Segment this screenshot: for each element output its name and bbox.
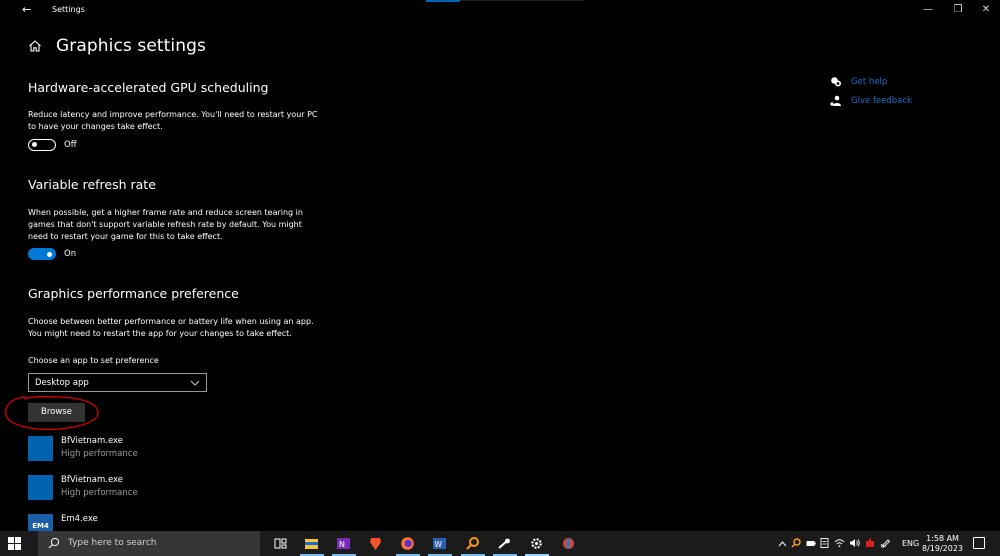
red-app-tray-icon[interactable] bbox=[865, 538, 875, 548]
home-icon[interactable] bbox=[28, 39, 42, 53]
app-name: BfVietnam.exe bbox=[61, 475, 124, 485]
taskbar: Type here to search N W ENG 1:58 AM 8/19… bbox=[0, 531, 1000, 556]
give-feedback-link[interactable]: Give feedback bbox=[851, 96, 912, 106]
gpu-scheduling-description: Reduce latency and improve performance. … bbox=[28, 110, 318, 132]
document-icon[interactable] bbox=[820, 538, 829, 548]
windows-start-icon[interactable] bbox=[8, 537, 21, 550]
brave-icon[interactable] bbox=[368, 536, 383, 551]
give-feedback-row[interactable]: Give feedback bbox=[830, 95, 912, 107]
notification-center-icon[interactable] bbox=[973, 537, 985, 549]
dropdown-value: Desktop app bbox=[35, 378, 89, 388]
variable-refresh-toggle[interactable] bbox=[28, 248, 56, 260]
back-button[interactable]: ← bbox=[22, 3, 31, 16]
toggle-knob bbox=[47, 251, 52, 257]
volume-icon[interactable] bbox=[849, 538, 861, 548]
variable-refresh-toggle-row: On bbox=[28, 248, 76, 260]
minimize-button[interactable]: — bbox=[922, 4, 934, 15]
app-list-item[interactable]: BfVietnam.exe High performance bbox=[28, 436, 138, 461]
chat-help-icon bbox=[831, 77, 841, 87]
task-view-icon[interactable] bbox=[273, 536, 288, 551]
gpu-scheduling-toggle[interactable] bbox=[28, 139, 56, 151]
taskbar-search-placeholder: Type here to search bbox=[68, 538, 157, 548]
clock-date: 8/19/2023 bbox=[922, 544, 964, 553]
chevron-up-icon[interactable] bbox=[778, 540, 787, 547]
variable-refresh-title: Variable refresh rate bbox=[28, 177, 156, 192]
toggle-knob bbox=[32, 142, 37, 147]
choose-app-label: Choose an app to set preference bbox=[28, 356, 159, 365]
clock-time: 1:58 AM bbox=[926, 534, 959, 543]
title-accent bbox=[426, 0, 460, 2]
app-icon bbox=[28, 475, 53, 500]
app-type-dropdown[interactable]: Desktop app bbox=[28, 373, 207, 392]
app-icon bbox=[28, 436, 53, 461]
taskbar-clock[interactable]: 1:58 AM 8/19/2023 bbox=[922, 534, 963, 554]
tray-search-icon[interactable] bbox=[791, 538, 801, 548]
svg-text:N: N bbox=[339, 540, 345, 549]
close-button[interactable]: ✕ bbox=[980, 4, 992, 15]
svg-text:W: W bbox=[435, 540, 443, 549]
get-help-row[interactable]: Get help bbox=[830, 76, 887, 88]
app-name: Em4.exe bbox=[61, 514, 98, 524]
feedback-icon bbox=[830, 95, 841, 106]
window-title: Settings bbox=[52, 5, 85, 14]
page-title: Graphics settings bbox=[56, 36, 206, 56]
performance-pref-description: Choose between better performance or bat… bbox=[28, 317, 314, 339]
steam-icon[interactable] bbox=[497, 536, 512, 551]
browse-button[interactable]: Browse bbox=[28, 403, 85, 422]
search-app-icon[interactable] bbox=[465, 536, 480, 551]
get-help-link[interactable]: Get help bbox=[851, 77, 887, 87]
title-accent-secondary bbox=[460, 0, 584, 1]
language-indicator[interactable]: ENG bbox=[902, 539, 919, 548]
variable-refresh-description: When possible, get a higher frame rate a… bbox=[28, 208, 303, 242]
gpu-scheduling-title: Hardware-accelerated GPU scheduling bbox=[28, 80, 269, 95]
app-name: BfVietnam.exe bbox=[61, 436, 124, 446]
chevron-down-icon bbox=[190, 380, 200, 386]
word-icon[interactable]: W bbox=[432, 536, 447, 551]
app-text: BfVietnam.exe High performance bbox=[61, 475, 138, 500]
app-text: BfVietnam.exe High performance bbox=[61, 436, 138, 461]
firefox-icon[interactable] bbox=[400, 536, 415, 551]
performance-pref-title: Graphics performance preference bbox=[28, 286, 239, 301]
maximize-button[interactable]: ❐ bbox=[952, 4, 964, 15]
search-icon bbox=[48, 537, 60, 549]
app-preference: High performance bbox=[61, 488, 138, 498]
gpu-scheduling-toggle-label: Off bbox=[64, 140, 77, 150]
app-list-item[interactable]: BfVietnam.exe High performance bbox=[28, 475, 138, 500]
title-bar: ← Settings — ❐ ✕ bbox=[0, 0, 1000, 22]
page-header: Graphics settings bbox=[28, 36, 206, 56]
wifi-icon[interactable] bbox=[834, 538, 845, 548]
variable-refresh-toggle-label: On bbox=[64, 249, 77, 259]
app-preference: High performance bbox=[61, 449, 138, 459]
game-app-icon[interactable] bbox=[561, 536, 576, 551]
pen-icon[interactable] bbox=[880, 538, 891, 548]
file-explorer-icon[interactable] bbox=[304, 536, 319, 551]
onenote-icon[interactable]: N bbox=[336, 536, 351, 551]
settings-gear-icon[interactable] bbox=[529, 536, 544, 551]
battery-icon[interactable] bbox=[806, 539, 816, 548]
gpu-scheduling-toggle-row: Off bbox=[28, 139, 77, 151]
